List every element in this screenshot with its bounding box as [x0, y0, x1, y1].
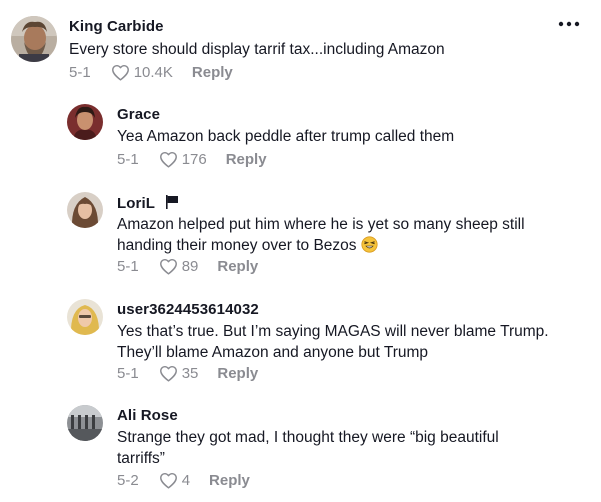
like-button[interactable]: 35 — [159, 365, 199, 382]
comment-meta: 5-1 89 Reply — [117, 258, 258, 275]
like-button[interactable]: 10.4K — [111, 64, 173, 81]
author-name: LoriL — [117, 195, 155, 212]
comment-date: 5-1 — [117, 365, 139, 382]
like-button[interactable]: 89 — [159, 258, 199, 275]
comment-text-line: tarriffs” — [117, 450, 165, 467]
comment-author[interactable]: Ali Rose — [117, 407, 178, 424]
comment-text: Amazon helped put him where he is yet so… — [117, 214, 525, 256]
comment-author[interactable]: user3624453614032 — [117, 301, 259, 318]
reply-button[interactable]: Reply — [192, 64, 233, 81]
heart-outline-icon — [159, 365, 177, 382]
like-count: 176 — [181, 151, 207, 168]
comment-text-line: Yes that’s true. But I’m saying MAGAS wi… — [117, 323, 549, 340]
comment-date: 5-1 — [117, 258, 139, 275]
like-count: 4 — [181, 472, 191, 489]
reply-button[interactable]: Reply — [217, 365, 258, 382]
avatar[interactable] — [67, 192, 103, 228]
like-count: 10.4K — [133, 64, 173, 81]
like-count: 35 — [181, 365, 199, 382]
heart-outline-icon — [111, 64, 129, 81]
comment-text: Yea Amazon back peddle after trump calle… — [117, 128, 455, 145]
comment-text-fragment: handing their money over to Bezos — [117, 237, 357, 254]
comment-date: 5-1 — [117, 151, 139, 168]
avatar[interactable] — [67, 104, 103, 140]
reply-button[interactable]: Reply — [217, 258, 258, 275]
comment-text: Strange they got mad, I thought they wer… — [117, 427, 499, 469]
comment-meta: 5-1 10.4K Reply — [69, 64, 233, 81]
comment-author[interactable]: LoriL — [117, 194, 180, 212]
like-button[interactable]: 176 — [159, 151, 207, 168]
comment-text-line: Strange they got mad, I thought they wer… — [117, 429, 499, 446]
flag-icon — [166, 195, 179, 209]
comment-author[interactable]: King Carbide — [69, 18, 164, 35]
avatar[interactable] — [67, 299, 103, 335]
more-options-icon[interactable] — [557, 14, 581, 34]
comment-text-line: handing their money over to Bezos — [117, 235, 525, 256]
comment-meta: 5-2 4 Reply — [117, 472, 250, 489]
reply-button[interactable]: Reply — [209, 472, 250, 489]
comment-text: Yes that’s true. But I’m saying MAGAS wi… — [117, 321, 549, 363]
heart-outline-icon — [159, 151, 177, 168]
comment-author[interactable]: Grace — [117, 106, 160, 123]
reply-button[interactable]: Reply — [226, 151, 267, 168]
comment-date: 5-2 — [117, 472, 139, 489]
laughing-face-emoji-icon — [361, 236, 378, 253]
comment-date: 5-1 — [69, 64, 91, 81]
heart-outline-icon — [159, 472, 177, 489]
comment-text-line: Amazon helped put him where he is yet so… — [117, 216, 525, 233]
avatar[interactable] — [67, 405, 103, 441]
comment-text: Every store should display tarrif tax...… — [69, 41, 445, 58]
like-button[interactable]: 4 — [159, 472, 190, 489]
heart-outline-icon — [159, 258, 177, 275]
like-count: 89 — [181, 258, 199, 275]
avatar[interactable] — [11, 16, 57, 62]
comment-text-line: They’ll blame Amazon and anyone but Trum… — [117, 344, 429, 361]
comment-meta: 5-1 35 Reply — [117, 365, 258, 382]
comment-meta: 5-1 176 Reply — [117, 151, 267, 168]
